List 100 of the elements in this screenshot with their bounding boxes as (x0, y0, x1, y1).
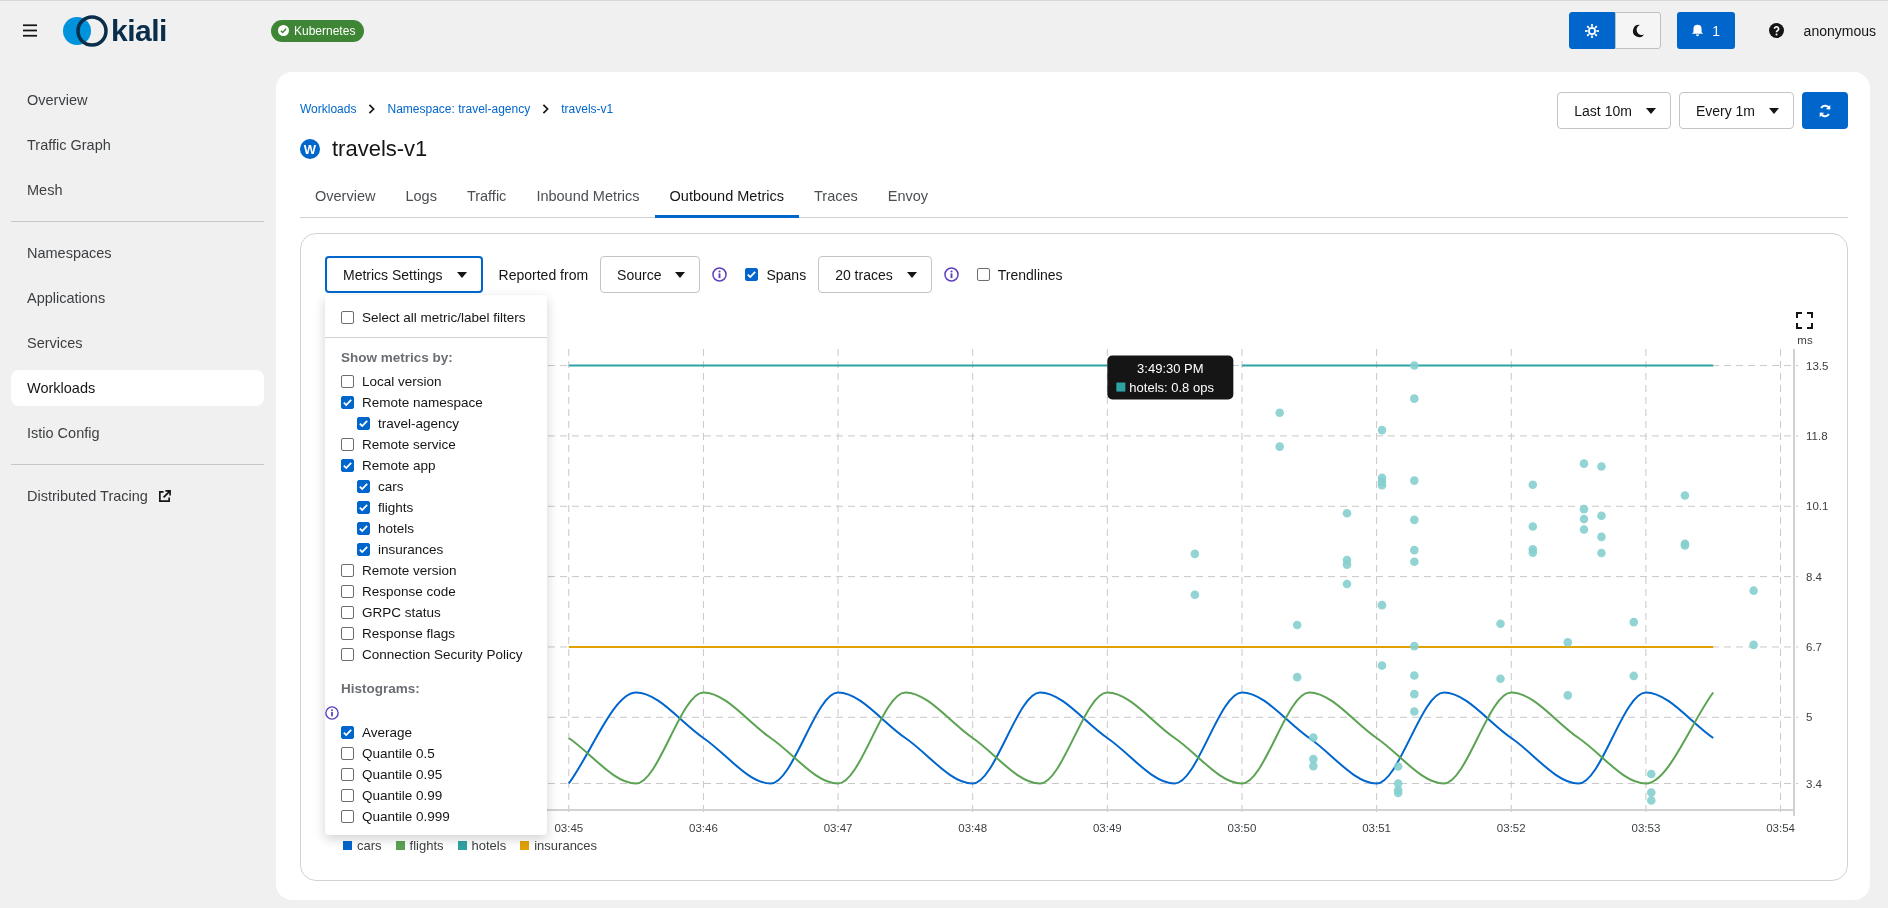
checkbox[interactable] (341, 459, 354, 472)
checkbox-label[interactable]: Remote namespace (362, 395, 483, 410)
x-tick-label: 03:46 (689, 822, 718, 834)
caret-icon (1645, 107, 1656, 114)
traces-select[interactable]: 20 traces (818, 256, 932, 293)
checkbox[interactable] (341, 810, 354, 823)
sidebar-item[interactable]: Services (11, 325, 264, 361)
checkbox[interactable] (341, 310, 354, 324)
y-tick-label: 11.8 (1806, 429, 1828, 442)
checkbox-label[interactable]: Average (362, 725, 413, 740)
spans-checkbox[interactable] (745, 268, 759, 281)
legend-label[interactable]: insurances (534, 838, 598, 853)
chevron-icon (542, 104, 550, 114)
x-tick-label: 03:51 (1362, 822, 1391, 834)
breadcrumb-link[interactable]: Workloads (300, 102, 357, 116)
checkbox-label[interactable]: Quantile 0.95 (362, 767, 443, 782)
trendlines-label[interactable]: Trendlines (997, 266, 1063, 283)
y-tick-label: 6.7 (1806, 640, 1822, 653)
tab[interactable]: Outbound Metrics (654, 178, 799, 218)
x-tick-label: 03:47 (823, 822, 853, 834)
breadcrumb-link[interactable]: travels-v1 (561, 102, 614, 116)
checkbox[interactable] (341, 585, 354, 598)
legend-label[interactable]: flights (409, 838, 444, 853)
checkbox-label[interactable]: cars (378, 479, 404, 494)
caret-icon (675, 271, 686, 278)
checkbox[interactable] (341, 789, 354, 802)
menu-icon[interactable] (23, 24, 37, 37)
sidebar-item[interactable]: Namespaces (11, 235, 264, 271)
checkbox[interactable] (357, 417, 370, 430)
checkbox-label[interactable]: Quantile 0.5 (362, 746, 435, 761)
tab[interactable]: Traces (799, 178, 873, 218)
fullscreen-icon[interactable] (1796, 312, 1813, 329)
light-theme-button[interactable] (1568, 12, 1615, 49)
dark-theme-button[interactable] (1614, 12, 1661, 49)
checkbox-label[interactable]: travel-agency (378, 416, 460, 431)
checkbox[interactable] (357, 501, 370, 514)
sidebar-item[interactable]: Overview (11, 82, 264, 118)
tab[interactable]: Traffic (451, 178, 522, 218)
refresh-button[interactable] (1802, 92, 1848, 129)
chevron-icon (368, 104, 376, 114)
sun-icon (1584, 23, 1599, 38)
trendlines-checkbox[interactable] (976, 268, 990, 281)
checkbox[interactable] (357, 543, 370, 556)
checkbox[interactable] (341, 747, 354, 760)
sidebar-item[interactable]: Applications (11, 280, 264, 316)
sidebar-item[interactable]: Distributed Tracing (11, 478, 264, 514)
time-range-select[interactable]: Last 10m (1557, 92, 1671, 129)
user-name[interactable]: anonymous (1803, 22, 1876, 39)
checkbox[interactable] (357, 522, 370, 535)
checkbox[interactable] (341, 438, 354, 451)
checkbox[interactable] (341, 606, 354, 619)
tab[interactable]: Logs (390, 178, 452, 218)
sidebar-item[interactable]: Istio Config (11, 415, 264, 451)
tab[interactable]: Overview (300, 178, 391, 218)
help-icon[interactable] (1768, 23, 1784, 38)
checkbox[interactable] (341, 648, 354, 661)
checkbox-label[interactable]: Remote service (362, 437, 456, 452)
metrics-settings-dropdown[interactable]: Metrics Settings (325, 256, 483, 293)
tab[interactable]: Envoy (872, 178, 944, 218)
checkbox-label[interactable]: Select all metric/label filters (362, 309, 526, 325)
tab[interactable]: Inbound Metrics (521, 178, 655, 218)
moon-icon (1630, 23, 1645, 38)
checkbox[interactable] (341, 726, 354, 739)
legend-label[interactable]: hotels (471, 838, 507, 853)
checkbox-label[interactable]: Quantile 0.999 (362, 809, 450, 824)
checkbox-label[interactable]: Response flags (362, 626, 456, 641)
refresh-interval-select[interactable]: Every 1m (1678, 92, 1794, 129)
sidebar-item[interactable]: Mesh (11, 172, 264, 208)
reported-from-select[interactable]: Source (600, 256, 701, 293)
info-icon[interactable] (712, 267, 728, 282)
checkbox[interactable] (341, 768, 354, 781)
checkbox[interactable] (341, 396, 354, 409)
checkbox[interactable] (341, 375, 354, 388)
checkbox-label[interactable]: hotels (378, 521, 415, 536)
workload-badge: W (300, 139, 320, 159)
info-icon[interactable] (943, 267, 959, 282)
checkbox-label[interactable]: flights (378, 500, 414, 515)
checkbox-label[interactable]: Response code (362, 584, 456, 599)
info-icon[interactable] (325, 706, 339, 720)
checkbox[interactable] (341, 627, 354, 640)
checkbox-label[interactable]: Remote app (362, 458, 436, 473)
checkbox-label[interactable]: GRPC status (362, 605, 441, 620)
checkbox-label[interactable]: Connection Security Policy (362, 647, 523, 662)
checkbox-label[interactable]: Remote version (362, 563, 457, 578)
checkbox-label[interactable]: Local version (362, 374, 442, 389)
spans-label[interactable]: Spans (766, 266, 807, 283)
checkbox[interactable] (357, 480, 370, 493)
notifications-button[interactable]: 1 (1676, 12, 1735, 49)
x-tick-label: 03:53 (1631, 822, 1661, 834)
checkbox[interactable] (341, 564, 354, 577)
y-tick-label: 8.4 (1806, 570, 1822, 583)
x-tick-label: 03:54 (1766, 822, 1795, 834)
legend-label[interactable]: cars (357, 838, 382, 853)
checkbox-label[interactable]: Quantile 0.99 (362, 788, 443, 803)
sidebar-item[interactable]: Traffic Graph (11, 127, 264, 163)
page-title: travels-v1 (332, 136, 428, 162)
x-tick-label: 03:48 (958, 822, 988, 834)
checkbox-label[interactable]: insurances (378, 542, 444, 557)
breadcrumb-link[interactable]: Namespace: travel-agency (387, 102, 531, 116)
sidebar-item[interactable]: Workloads (11, 370, 264, 406)
